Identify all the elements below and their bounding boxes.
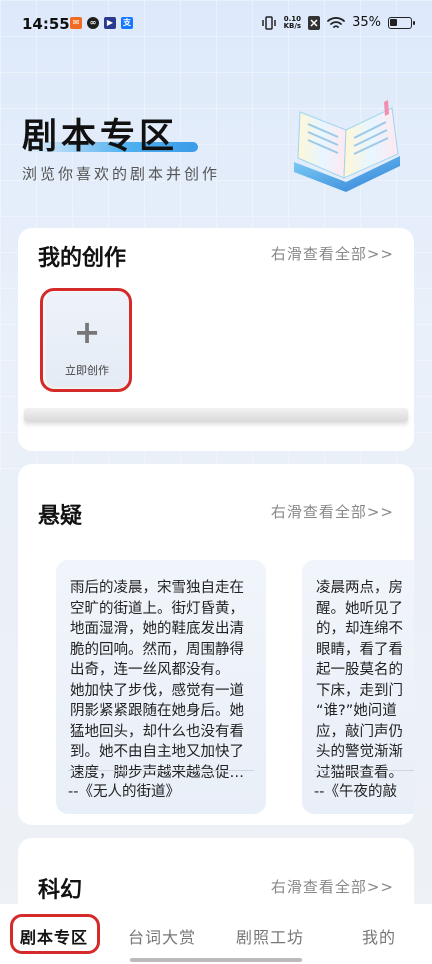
- my-works-title: 我的创作: [38, 246, 127, 271]
- alipay-icon: 支: [121, 17, 133, 29]
- story-line: 地面湿滑，她的鞋底发出清: [70, 621, 244, 637]
- story-card[interactable]: 雨后的凌晨，宋雪独自走在 空旷的街道上。街灯昏黄， 地面湿滑，她的鞋底发出清 脆…: [56, 560, 266, 814]
- net-speed-unit: KB/s: [283, 21, 302, 30]
- story-line: 脆的回响。然而，周围静得: [70, 641, 244, 658]
- scifi-more-link[interactable]: 右滑查看全部>>: [271, 876, 394, 897]
- suspense-card: 悬疑 右滑查看全部>> 雨后的凌晨，宋雪独自走在 空旷的街道上。街灯昏黄， 地面…: [18, 464, 414, 825]
- story-line: 猛地回头，却什么也没有看: [70, 723, 244, 740]
- my-works-more-link[interactable]: 右滑查看全部>>: [271, 243, 394, 264]
- story-excerpt: 凌晨两点，房 醒。她听见了 的，却连绵不 眼睛，看了看 起一股莫名的 下床，走到…: [316, 578, 414, 783]
- story-title: --《无人的街道》: [68, 784, 180, 800]
- story-line: 的，却连绵不: [316, 621, 403, 637]
- net-speed: 0.10 KB/s: [283, 15, 302, 30]
- notification-app-icon: ∞: [87, 17, 99, 29]
- page-title: 剧本专区: [22, 117, 179, 157]
- story-line: 眼睛，看了看: [316, 641, 403, 658]
- story-excerpt: 雨后的凌晨，宋雪独自走在 空旷的街道上。街灯昏黄， 地面湿滑，她的鞋底发出清 脆…: [70, 578, 256, 783]
- story-line: 头的警觉渐渐: [316, 744, 403, 760]
- story-line: 空旷的街道上。街灯昏黄，: [70, 600, 244, 617]
- shelf-divider: [24, 408, 408, 422]
- status-bar: 14:55 ✉ ∞ ▶ 支 0.10 KB/s 35%: [0, 0, 432, 52]
- suspense-more-link[interactable]: 右滑查看全部>>: [271, 501, 394, 522]
- story-title: --《午夜的敲: [314, 784, 397, 800]
- open-book-icon: [294, 100, 400, 192]
- notification-app-icon: ▶: [104, 17, 116, 29]
- vibrate-icon: [261, 15, 276, 30]
- story-divider: [68, 770, 254, 771]
- story-line: 到。她不由自主地又加快了: [70, 744, 244, 760]
- bottom-nav: 剧本专区 台词大赏 剧照工坊 我的: [0, 904, 432, 964]
- my-works-card: 我的创作 右滑查看全部>> + 立即创作: [18, 228, 414, 451]
- home-indicator[interactable]: [130, 958, 302, 962]
- story-line: 凌晨两点，房: [316, 580, 403, 596]
- story-line: “谁?”她问道: [316, 703, 397, 719]
- story-line: 雨后的凌晨，宋雪独自走在: [70, 580, 244, 596]
- notification-icons: ✉ ∞ ▶ 支: [70, 17, 133, 29]
- story-line: 出奇，连一丝风都没有。: [70, 662, 230, 678]
- story-line: 她加快了步伐，感觉有一道: [70, 682, 244, 699]
- status-right: 0.10 KB/s 35%: [261, 15, 415, 30]
- page-subtitle: 浏览你喜欢的剧本并创作: [22, 165, 221, 183]
- story-line: 醒。她听见了: [316, 600, 403, 617]
- story-divider: [314, 770, 414, 771]
- story-line: 应，敲门声仍: [316, 723, 403, 740]
- suspense-title: 悬疑: [38, 504, 83, 529]
- nav-tab-stills[interactable]: 剧照工坊: [236, 924, 304, 948]
- story-line: 下床，走到门: [316, 682, 403, 699]
- story-line: 阴影紧紧跟随在她身后。她: [70, 703, 244, 719]
- battery-icon: [388, 16, 415, 29]
- battery-percent: 35%: [352, 15, 381, 30]
- story-line: 起一股莫名的: [316, 662, 403, 678]
- nav-tab-lines[interactable]: 台词大赏: [128, 924, 196, 948]
- highlight-box: [10, 914, 100, 954]
- highlight-box: [40, 288, 132, 392]
- notification-app-icon: ✉: [70, 17, 82, 29]
- story-card[interactable]: 凌晨两点，房 醒。她听见了 的，却连绵不 眼睛，看了看 起一股莫名的 下床，走到…: [302, 560, 414, 814]
- scifi-title: 科幻: [38, 878, 83, 903]
- nav-tab-me[interactable]: 我的: [362, 924, 396, 948]
- wifi-icon: [327, 16, 345, 28]
- signal-icon: [308, 15, 321, 30]
- status-time: 14:55: [22, 15, 70, 33]
